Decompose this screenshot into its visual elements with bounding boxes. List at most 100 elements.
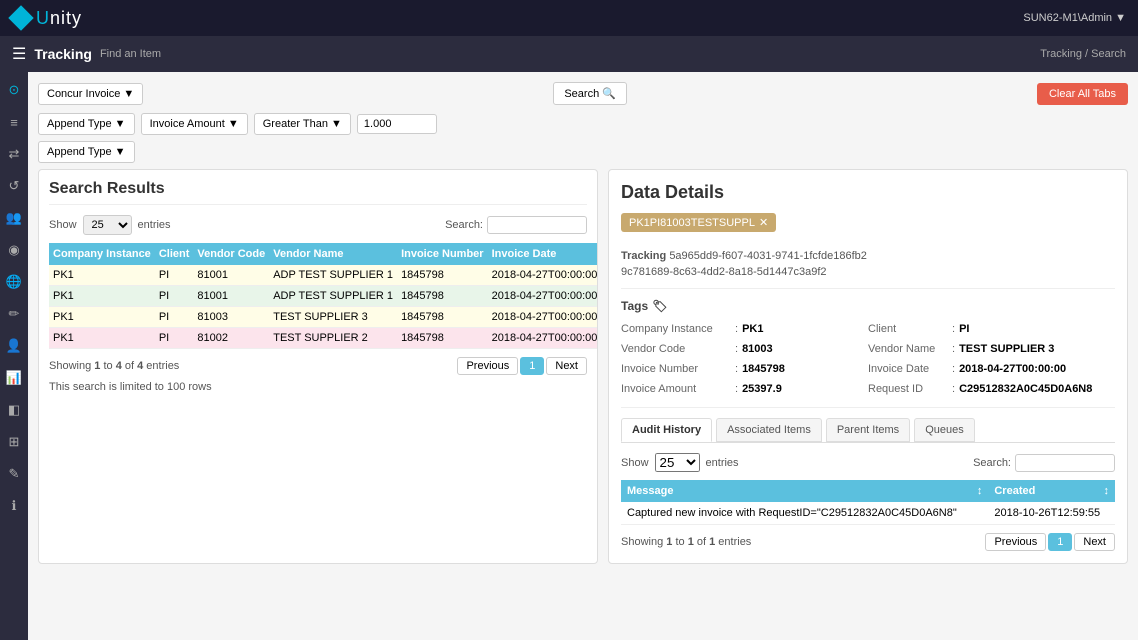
entries-select[interactable]: 25 50 100	[83, 215, 132, 235]
sidebar-icon-refresh[interactable]: ↺	[4, 176, 24, 196]
sub-show-entries: Show 25 50 100 entries Search:	[621, 453, 1115, 472]
sidebar-icon-circle[interactable]: ◉	[4, 240, 24, 260]
vendor-code-label: Vendor Code	[621, 343, 731, 355]
sidebar-icon-layout[interactable]: ◧	[4, 400, 24, 420]
search-limit: This search is limited to 100 rows	[49, 381, 587, 393]
filter-value-input[interactable]	[357, 114, 437, 134]
greater-than-button[interactable]: Greater Than ▼	[254, 113, 351, 135]
invoice-date-value: 2018-04-27T00:00:00	[959, 363, 1066, 375]
sidebar-icon-pencil[interactable]: ✎	[4, 464, 24, 484]
col-company-instance[interactable]: Company Instance	[49, 243, 155, 265]
sidebar-icon-transfer[interactable]: ⇄	[4, 144, 24, 164]
invoice-amount-button[interactable]: Invoice Amount ▼	[141, 113, 248, 135]
append-type-button-2[interactable]: Append Type ▼	[38, 141, 135, 163]
left-panel: Search Results Show 25 50 100 entries	[38, 169, 598, 564]
pagination: Showing 1 to 4 of 4 entries Previous 1 N…	[49, 357, 587, 375]
table-row[interactable]: PK1PI81001ADP TEST SUPPLIER 118457982018…	[49, 286, 597, 307]
table-row[interactable]: PK1PI81002TEST SUPPLIER 218457982018-04-…	[49, 328, 597, 349]
hamburger-icon[interactable]: ☰	[12, 44, 26, 64]
tracking-section: Tracking 5a965dd9-f607-4031-9741-1fcfde1…	[621, 250, 1115, 262]
col-client[interactable]: Client	[155, 243, 194, 265]
data-details-title: Data Details	[621, 182, 1115, 203]
table-row[interactable]: PK1PI81001ADP TEST SUPPLIER 118457982018…	[49, 265, 597, 286]
clear-all-tabs-button[interactable]: Clear All Tabs	[1037, 83, 1128, 105]
sub-nav-left: ☰ Tracking Find an Item	[12, 44, 161, 64]
vn-colon: :	[952, 343, 955, 355]
col-invoice-date[interactable]: Invoice Date	[488, 243, 597, 265]
sidebar-icon-chart[interactable]: 📊	[4, 368, 24, 388]
sidebar-icon-edit[interactable]: ✏	[4, 304, 24, 324]
tags-label: Tags 🏷	[621, 299, 1115, 313]
show-entries-left: Show 25 50 100 entries	[49, 215, 171, 235]
sidebar-icon-grid[interactable]: ⊞	[4, 432, 24, 452]
invoice-amount-label: Invoice Amount	[621, 383, 731, 395]
sub-page-1-button[interactable]: 1	[1048, 533, 1072, 551]
request-id-value: C29512832A0C45D0A6N8	[959, 383, 1092, 395]
next-button[interactable]: Next	[546, 357, 587, 375]
tag-icon: 🏷	[652, 299, 667, 313]
sub-search-input[interactable]	[1015, 454, 1115, 472]
search-button[interactable]: Search 🔍	[553, 82, 627, 105]
table-search-input[interactable]	[487, 216, 587, 234]
divider-2	[621, 407, 1115, 408]
invoice-number-value: 1845798	[742, 363, 785, 375]
previous-button[interactable]: Previous	[457, 357, 518, 375]
col-vendor-code[interactable]: Vendor Code	[193, 243, 269, 265]
pagination-btns: Previous 1 Next	[457, 357, 587, 375]
field-request-id: Request ID : C29512832A0C45D0A6N8	[868, 381, 1115, 397]
tab-queues[interactable]: Queues	[914, 418, 975, 442]
sub-entries-select[interactable]: 25 50 100	[655, 453, 700, 472]
tab-parent-items[interactable]: Parent Items	[826, 418, 910, 442]
pagination-info: Showing 1 to 4 of 4 entries	[49, 360, 179, 372]
ci-colon: :	[735, 323, 738, 335]
col-vendor-name[interactable]: Vendor Name	[269, 243, 397, 265]
col-invoice-number[interactable]: Invoice Number	[397, 243, 488, 265]
page-1-button[interactable]: 1	[520, 357, 544, 375]
results-table: Company Instance Client Vendor Code Vend…	[49, 243, 597, 349]
field-invoice-date: Invoice Date : 2018-04-27T00:00:00	[868, 361, 1115, 377]
breadcrumb: Tracking / Search	[1040, 48, 1126, 60]
sub-nav: ☰ Tracking Find an Item Tracking / Searc…	[0, 36, 1138, 72]
sidebar-icon-globe[interactable]: 🌐	[4, 272, 24, 292]
tab-audit-history[interactable]: Audit History	[621, 418, 712, 442]
sidebar: ⊙ ≡ ⇄ ↺ 👥 ◉ 🌐 ✏ 👤 📊 ◧ ⊞ ✎ ℹ	[0, 72, 28, 640]
tracking-id-1: 5a965dd9-f607-4031-9741-1fcfde186fb2	[669, 250, 867, 262]
table-row[interactable]: PK1PI81003TEST SUPPLIER 318457982018-04-…	[49, 307, 597, 328]
search-results-title: Search Results	[49, 180, 587, 205]
tag-badge-close[interactable]: ✕	[759, 216, 768, 229]
sub-col-message[interactable]: Message ↕	[621, 480, 988, 502]
logo: Unity	[12, 8, 82, 29]
filter-row-1: Append Type ▼ Invoice Amount ▼ Greater T…	[38, 113, 1128, 135]
sidebar-icon-users[interactable]: 👥	[4, 208, 24, 228]
request-id-label: Request ID	[868, 383, 948, 395]
sidebar-icon-info[interactable]: ℹ	[4, 496, 24, 516]
user-info[interactable]: SUN62-M1\Admin ▼	[1023, 12, 1126, 24]
append-type-button-1[interactable]: Append Type ▼	[38, 113, 135, 135]
sidebar-icon-user[interactable]: 👤	[4, 336, 24, 356]
field-invoice-amount: Invoice Amount : 25397.9	[621, 381, 868, 397]
entries-label: entries	[138, 219, 171, 231]
concur-invoice-button[interactable]: Concur Invoice ▼	[38, 83, 143, 105]
ri-colon: :	[952, 383, 955, 395]
sub-previous-button[interactable]: Previous	[985, 533, 1046, 551]
tab-associated-items[interactable]: Associated Items	[716, 418, 822, 442]
sub-pagination-info: Showing 1 to 1 of 1 entries	[621, 536, 751, 548]
field-company-instance: Company Instance : PK1	[621, 321, 868, 337]
tracking-label: Tracking	[621, 250, 666, 262]
sub-next-button[interactable]: Next	[1074, 533, 1115, 551]
sub-col-created[interactable]: Created ↕	[988, 480, 1115, 502]
company-instance-label: Company Instance	[621, 323, 731, 335]
sub-show-label: Show	[621, 457, 649, 469]
sidebar-icon-home[interactable]: ⊙	[4, 80, 24, 100]
vendor-name-value: TEST SUPPLIER 3	[959, 343, 1054, 355]
sub-search-label: Search:	[973, 457, 1011, 469]
client-label: Client	[868, 323, 948, 335]
invoice-amount-value: 25397.9	[742, 383, 782, 395]
vendor-name-label: Vendor Name	[868, 343, 948, 355]
filter-row-2: Append Type ▼	[38, 141, 1128, 163]
cl-colon: :	[952, 323, 955, 335]
page-subtitle: Find an Item	[100, 48, 161, 60]
sidebar-icon-list[interactable]: ≡	[4, 112, 24, 132]
tags-section: Tags 🏷 Company Instance : PK1 Client : P…	[621, 299, 1115, 397]
field-client: Client : PI	[868, 321, 1115, 337]
